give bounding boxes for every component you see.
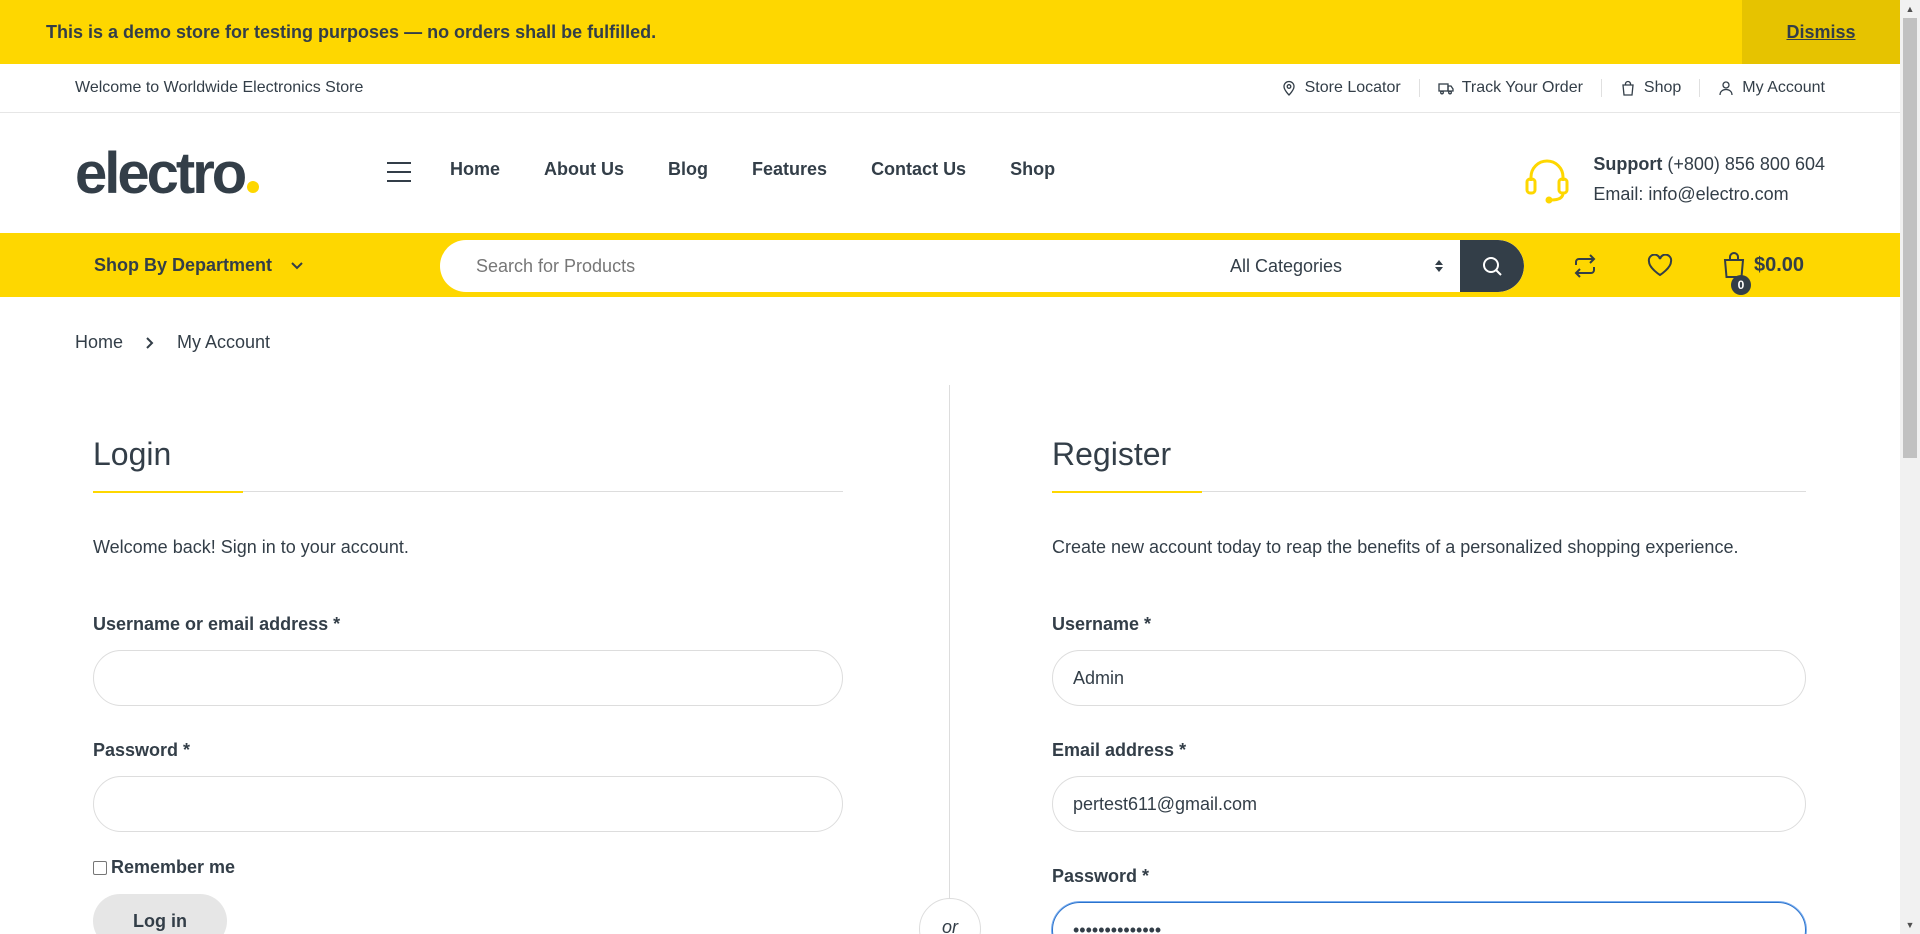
demo-store-banner: This is a demo store for testing purpose…	[0, 0, 1900, 64]
nav-item-shop[interactable]: Shop	[1010, 159, 1055, 180]
login-username-input[interactable]	[93, 650, 843, 706]
remember-me-checkbox[interactable]	[93, 860, 107, 875]
logo-text: electro	[75, 140, 247, 206]
category-selected-value: All Categories	[1230, 255, 1343, 276]
category-select[interactable]: All Categories	[1210, 240, 1460, 292]
breadcrumb-home[interactable]: Home	[75, 332, 123, 353]
demo-banner-message: This is a demo store for testing purpose…	[46, 21, 657, 42]
nav-item-blog[interactable]: Blog	[668, 159, 708, 180]
electro-logo[interactable]: electro	[75, 140, 260, 207]
site-header: electro Home About Us Blog Features Cont…	[0, 113, 1900, 233]
cart-total: $0.00	[1754, 253, 1805, 276]
support-text: Support (+800) 856 800 604 Email: info@e…	[1593, 149, 1825, 209]
wishlist-heart-icon[interactable]	[1645, 251, 1675, 281]
top-bar: Welcome to Worldwide Electronics Store S…	[0, 64, 1900, 113]
login-intro: Welcome back! Sign in to your account.	[93, 537, 409, 557]
header-action-icons	[1570, 251, 1675, 281]
shop-by-department-dropdown[interactable]: Shop By Department	[94, 255, 304, 276]
scroll-down-arrow-icon[interactable]: ▼	[1900, 916, 1920, 934]
headset-icon	[1525, 159, 1569, 204]
support-info: Support (+800) 856 800 604 Email: info@e…	[1521, 149, 1825, 209]
search-icon	[1483, 257, 1502, 276]
compare-icon[interactable]	[1570, 251, 1600, 281]
store-locator-link[interactable]: Store Locator	[1263, 79, 1420, 97]
my-account-label: My Account	[1742, 79, 1825, 96]
column-divider	[949, 385, 950, 934]
store-locator-label: Store Locator	[1304, 79, 1401, 96]
remember-me-label[interactable]: Remember me	[111, 857, 235, 878]
breadcrumb-chevron-right-icon	[146, 336, 154, 349]
register-password-label: Password *	[1052, 866, 1150, 886]
dismiss-button[interactable]: Dismiss	[1742, 0, 1900, 64]
menu-hamburger-icon[interactable]	[387, 162, 411, 182]
login-password-label: Password *	[93, 740, 191, 760]
register-title: Register	[1052, 430, 1806, 493]
product-search: All Categories	[440, 240, 1524, 292]
select-arrows-icon	[1435, 260, 1443, 272]
department-label: Shop By Department	[94, 255, 273, 275]
shop-label: Shop	[1643, 79, 1682, 96]
register-username-input[interactable]: Admin	[1052, 650, 1806, 706]
remember-me: Remember me	[93, 857, 843, 878]
nav-item-features[interactable]: Features	[752, 159, 827, 180]
login-section: Login Welcome back! Sign in to your acco…	[93, 430, 843, 934]
page: This is a demo store for testing purpose…	[0, 0, 1900, 934]
search-input[interactable]	[440, 240, 1210, 292]
page-scrollbar[interactable]: ▲ ▼	[1900, 0, 1920, 934]
register-email-label: Email address *	[1052, 740, 1187, 760]
logo-dot	[247, 180, 260, 193]
nav-item-contact-us[interactable]: Contact Us	[871, 159, 966, 180]
my-account-link[interactable]: My Account	[1700, 79, 1825, 97]
register-intro: Create new account today to reap the ben…	[1052, 537, 1739, 557]
support-email: Email: info@electro.com	[1593, 184, 1789, 204]
scroll-up-arrow-icon[interactable]: ▲	[1900, 0, 1920, 18]
nav-item-about-us[interactable]: About Us	[544, 159, 624, 180]
login-password-input[interactable]	[93, 776, 843, 832]
track-order-link[interactable]: Track Your Order	[1420, 79, 1602, 97]
register-username-label: Username *	[1052, 614, 1152, 634]
support-phone: (+800) 856 800 604	[1667, 154, 1825, 174]
cart-button[interactable]: 0 $0.00	[1722, 251, 1805, 295]
shop-link[interactable]: Shop	[1602, 79, 1701, 97]
or-separator: or	[919, 898, 981, 934]
user-icon	[1719, 81, 1733, 96]
welcome-text: Welcome to Worldwide Electronics Store	[75, 79, 364, 96]
main-nav: Home About Us Blog Features Contact Us S…	[450, 159, 1055, 180]
breadcrumb: Home My Account	[75, 332, 270, 353]
truck-icon	[1438, 83, 1454, 95]
register-email-input[interactable]: pertest611@gmail.com	[1052, 776, 1806, 832]
cart-count-badge: 0	[1731, 275, 1751, 295]
search-button[interactable]	[1460, 240, 1524, 292]
shopping-bag-icon	[1622, 80, 1634, 96]
top-bar-links: Store Locator Track Your Order Shop My A…	[1263, 79, 1825, 97]
chevron-down-icon	[291, 261, 303, 269]
login-username-label: Username or email address *	[93, 614, 341, 634]
register-section: Register Create new account today to rea…	[1052, 430, 1806, 934]
search-bar-strip: Shop By Department All Categories 0 $	[0, 233, 1900, 297]
scrollbar-thumb[interactable]	[1903, 18, 1917, 458]
breadcrumb-current: My Account	[177, 332, 271, 352]
nav-item-home[interactable]: Home	[450, 159, 500, 180]
track-order-label: Track Your Order	[1461, 79, 1583, 96]
login-title: Login	[93, 430, 843, 493]
map-pin-icon	[1282, 80, 1295, 96]
support-label: Support	[1593, 154, 1663, 174]
register-password-input[interactable]: ••••••••••••••	[1052, 902, 1806, 934]
login-button[interactable]: Log in	[93, 894, 227, 934]
